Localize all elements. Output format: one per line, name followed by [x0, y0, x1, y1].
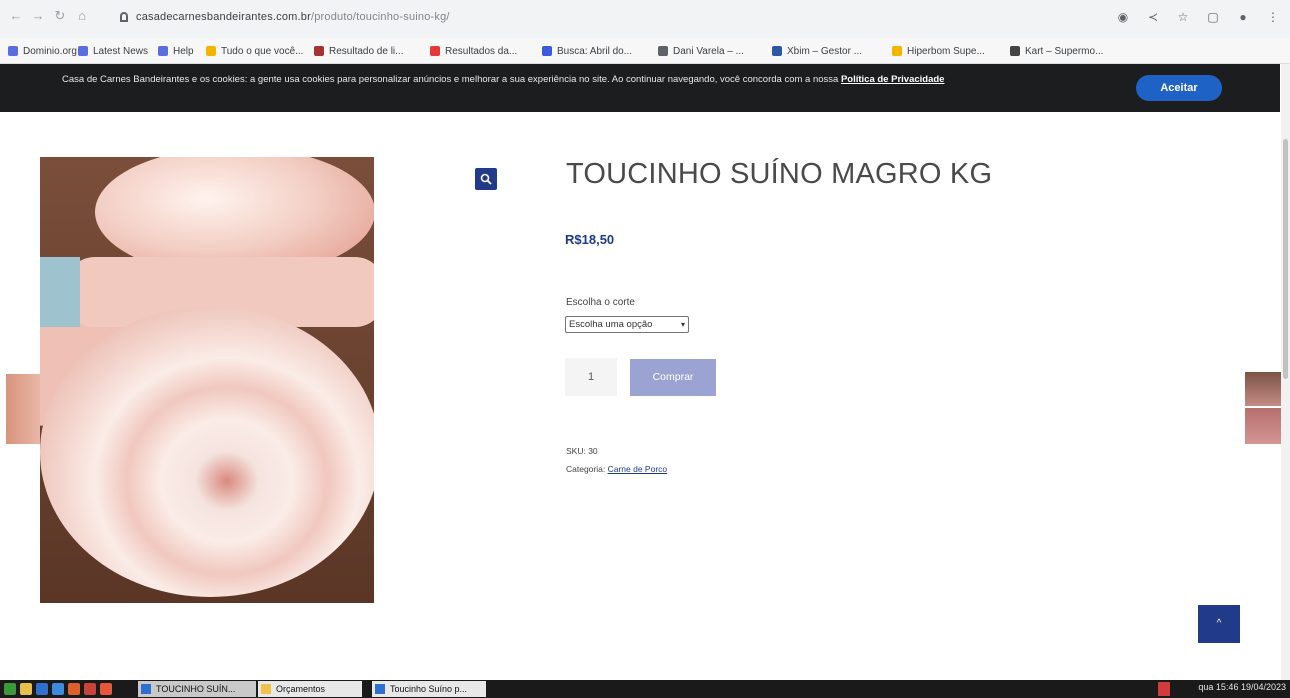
bookmark-item[interactable]: Xbim – Gestor ... — [772, 44, 862, 58]
lock-icon — [120, 12, 128, 22]
app-launcher-icon[interactable] — [100, 683, 112, 695]
product-category: Categoria: Carne de Porco — [566, 464, 668, 474]
product-sku: SKU: 30 — [566, 446, 598, 456]
bookmarks-bar: Dominio.org Latest News Help Tudo o que … — [0, 38, 1290, 64]
terminal-icon[interactable] — [36, 683, 48, 695]
reload-icon[interactable]: ↻ — [52, 8, 68, 24]
bookmark-item[interactable]: Tudo o que você... — [206, 44, 303, 58]
gallery-thumbnail[interactable] — [1245, 372, 1281, 406]
cookie-text: Casa de Carnes Bandeirantes e os cookies… — [62, 74, 945, 85]
buy-button[interactable]: Comprar — [630, 359, 716, 396]
taskbar-task[interactable]: TOUCINHO SUÍN... — [138, 681, 256, 697]
cookie-banner: Casa de Carnes Bandeirantes e os cookies… — [0, 64, 1280, 112]
bookmark-item[interactable]: Latest News — [78, 44, 148, 58]
home-icon[interactable]: ⌂ — [74, 8, 90, 24]
os-taskbar: TOUCINHO SUÍN... Orçamentos Toucinho Suí… — [0, 680, 1290, 698]
sidepanel-icon[interactable]: ▢ — [1206, 10, 1220, 24]
window-icon — [261, 684, 271, 694]
zoom-button[interactable] — [475, 168, 497, 190]
bookmark-item[interactable]: Hiperbom Supe... — [892, 44, 985, 58]
app-launcher-icon[interactable] — [84, 683, 96, 695]
product-title: TOUCINHO SUÍNO MAGRO KG — [566, 158, 993, 190]
chevron-down-icon: ▾ — [680, 320, 685, 329]
start-menu-icon[interactable] — [4, 683, 16, 695]
taskbar-task[interactable]: Toucinho Suíno p... — [372, 681, 486, 697]
browser-toolbar: ← → ↻ ⌂ casadecarnesbandeirantes.com.br/… — [0, 0, 1290, 38]
url-text: casadecarnesbandeirantes.com.br/produto/… — [136, 11, 450, 23]
cut-select[interactable]: Escolha uma opção ▾ — [565, 316, 689, 333]
gallery-thumbnail[interactable] — [1245, 408, 1281, 444]
page-scrollbar[interactable] — [1281, 64, 1290, 680]
privacy-policy-link[interactable]: Política de Privacidade — [841, 74, 945, 85]
bookmark-item[interactable]: Resultados da... — [430, 44, 517, 58]
bookmark-item[interactable]: Resultado de li... — [314, 44, 404, 58]
bookmark-item[interactable]: Help — [158, 44, 194, 58]
scrollbar-thumb[interactable] — [1283, 139, 1288, 379]
address-bar[interactable]: casadecarnesbandeirantes.com.br/produto/… — [112, 8, 1112, 30]
category-link[interactable]: Carne de Porco — [608, 464, 668, 474]
window-icon — [141, 684, 151, 694]
bookmark-star-icon[interactable]: ☆ — [1176, 10, 1190, 24]
accept-cookies-button[interactable]: Aceitar — [1136, 75, 1222, 101]
extension-icon[interactable]: ◉ — [1116, 10, 1130, 24]
app-launcher-icon[interactable] — [68, 683, 80, 695]
profile-icon[interactable]: ● — [1236, 10, 1250, 24]
scroll-to-top-button[interactable]: ^ — [1198, 605, 1240, 643]
folder-icon[interactable] — [20, 683, 32, 695]
magnifier-icon — [480, 173, 492, 185]
product-image[interactable] — [40, 157, 374, 603]
bookmark-item[interactable]: Kart – Supermo... — [1010, 44, 1103, 58]
notification-icon[interactable] — [1158, 682, 1170, 696]
taskbar-task[interactable]: Orçamentos — [258, 681, 362, 697]
product-price: R$18,50 — [565, 232, 615, 247]
clock: qua 15:46 19/04/2023 — [1198, 682, 1286, 692]
bookmark-item[interactable]: Busca: Abril do... — [542, 44, 632, 58]
menu-icon[interactable]: ⋮ — [1266, 10, 1280, 24]
bookmark-item[interactable]: Dani Varela – ... — [658, 44, 744, 58]
share-icon[interactable]: ≺ — [1146, 10, 1160, 24]
forward-icon[interactable]: → — [30, 8, 46, 24]
back-icon[interactable]: ← — [8, 8, 24, 24]
browser-launcher-icon[interactable] — [52, 683, 64, 695]
quantity-input[interactable]: 1 — [565, 358, 617, 396]
gallery-previous-image[interactable] — [6, 374, 40, 444]
window-icon — [375, 684, 385, 694]
variation-label: Escolha o corte — [566, 297, 635, 308]
bookmark-item[interactable]: Dominio.org — [8, 44, 77, 58]
